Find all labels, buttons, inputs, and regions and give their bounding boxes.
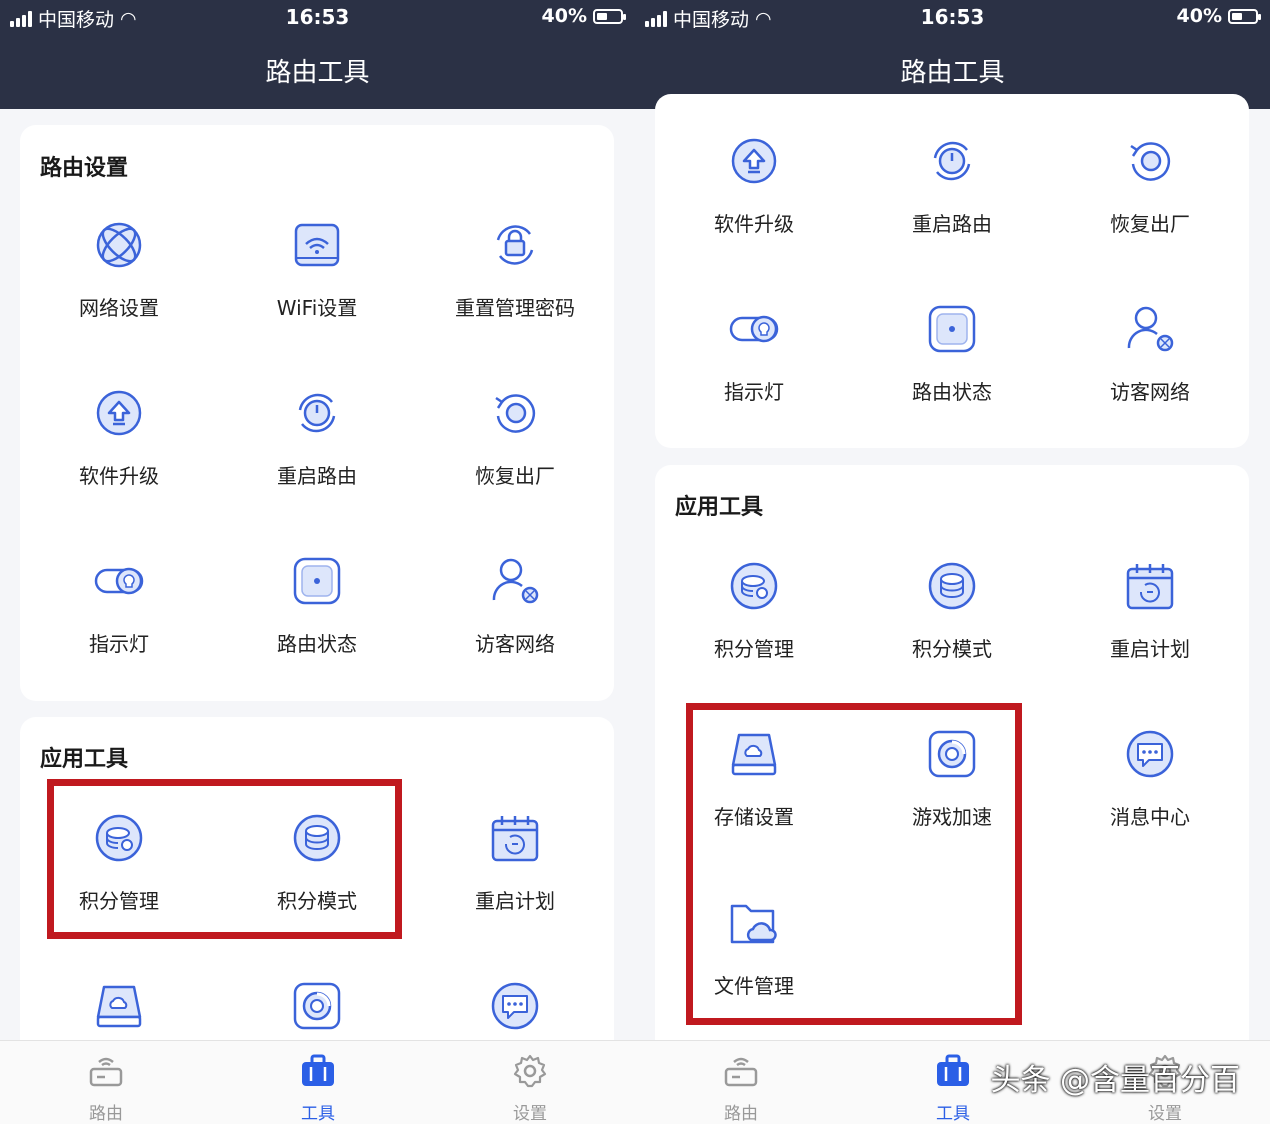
indicator-light-item[interactable]: 指示灯 bbox=[20, 556, 218, 706]
app-header: 中国移动 ◠ 16:53 40% 路由工具 bbox=[635, 0, 1270, 109]
guest-network-item[interactable]: 访客网络 bbox=[416, 556, 614, 706]
calendar-restart-icon bbox=[1125, 561, 1175, 611]
factory-reset-item[interactable]: 恢复出厂 bbox=[1051, 136, 1249, 286]
status-battery: 40% bbox=[542, 5, 626, 27]
bottom-tab-bar: 路由 工具 设置 bbox=[0, 1040, 635, 1124]
app-header: 中国移动 ◠ 16:53 40% 路由工具 bbox=[0, 0, 635, 109]
page-title: 路由工具 bbox=[900, 58, 1005, 88]
highlight-box bbox=[47, 779, 402, 939]
status-time: 16:53 bbox=[285, 5, 350, 29]
guest-user-icon bbox=[1125, 304, 1175, 354]
router-settings-card: 软件升级 重启路由 恢复出厂 指示灯 路由状态 访客网络 bbox=[655, 94, 1249, 448]
network-settings-item[interactable]: 网络设置 bbox=[20, 220, 218, 370]
router-tab-icon bbox=[88, 1053, 124, 1089]
toggle-bulb-icon bbox=[94, 556, 144, 606]
section-title: 路由设置 bbox=[40, 156, 129, 181]
tab-router[interactable]: 路由 bbox=[635, 1041, 847, 1124]
factory-reset-icon bbox=[490, 388, 540, 438]
restart-schedule-item[interactable]: 重启计划 bbox=[1051, 561, 1249, 711]
points-mode-item[interactable]: 积分模式 bbox=[853, 561, 1051, 711]
battery-icon bbox=[593, 8, 626, 24]
message-bubble-icon bbox=[490, 981, 540, 1031]
toolbox-tab-icon bbox=[300, 1053, 336, 1089]
tab-settings[interactable]: 设置 bbox=[424, 1041, 635, 1124]
status-battery: 40% bbox=[1177, 5, 1261, 27]
section-title: 应用工具 bbox=[675, 495, 764, 520]
guest-user-icon bbox=[490, 556, 540, 606]
router-tab-icon bbox=[723, 1053, 759, 1089]
router-status-icon bbox=[292, 556, 342, 606]
message-bubble-icon bbox=[1125, 729, 1175, 779]
tab-tools[interactable]: 工具 bbox=[212, 1041, 424, 1124]
gear-tab-icon bbox=[512, 1053, 548, 1089]
page-title: 路由工具 bbox=[265, 58, 370, 88]
left-phone-screen: 中国移动 ◠ 16:53 40% 路由工具 路由设置 网络设置 WiFi设置 重… bbox=[0, 0, 635, 1124]
message-center-item[interactable]: 消息中心 bbox=[1051, 729, 1249, 879]
calendar-restart-icon bbox=[490, 813, 540, 863]
wifi-router-icon bbox=[292, 220, 342, 270]
toolbox-tab-icon bbox=[935, 1053, 971, 1089]
points-manage-item[interactable]: 积分管理 bbox=[655, 561, 853, 711]
watermark: 头条 @含量百分百 bbox=[990, 1063, 1240, 1098]
battery-icon bbox=[1228, 8, 1261, 24]
restart-power-icon bbox=[927, 136, 977, 186]
software-upgrade-item[interactable]: 软件升级 bbox=[20, 388, 218, 538]
coin-mode-icon bbox=[927, 561, 977, 611]
network-globe-icon bbox=[94, 220, 144, 270]
tab-router[interactable]: 路由 bbox=[0, 1041, 212, 1124]
indicator-light-item[interactable]: 指示灯 bbox=[655, 304, 853, 454]
restart-router-item[interactable]: 重启路由 bbox=[853, 136, 1051, 286]
highlight-box bbox=[686, 703, 1022, 1025]
toggle-bulb-icon bbox=[729, 304, 779, 354]
right-phone-screen: 中国移动 ◠ 16:53 40% 路由工具 软件升级 重启路由 恢复出厂 指示灯… bbox=[635, 0, 1270, 1124]
software-upgrade-item[interactable]: 软件升级 bbox=[655, 136, 853, 286]
restart-schedule-item[interactable]: 重启计划 bbox=[416, 813, 614, 963]
storage-cloud-icon bbox=[94, 981, 144, 1031]
restart-power-icon bbox=[292, 388, 342, 438]
factory-reset-icon bbox=[1125, 136, 1175, 186]
factory-reset-item[interactable]: 恢复出厂 bbox=[416, 388, 614, 538]
game-boost-icon bbox=[292, 981, 342, 1031]
reset-password-item[interactable]: 重置管理密码 bbox=[416, 220, 614, 370]
router-status-icon bbox=[927, 304, 977, 354]
upgrade-arrow-icon bbox=[729, 136, 779, 186]
status-time: 16:53 bbox=[920, 5, 985, 29]
lock-reset-icon bbox=[490, 220, 540, 270]
router-settings-card: 路由设置 网络设置 WiFi设置 重置管理密码 软件升级 重启路由 恢复出厂 指… bbox=[20, 125, 614, 701]
router-status-item[interactable]: 路由状态 bbox=[853, 304, 1051, 454]
coin-manage-icon bbox=[729, 561, 779, 611]
guest-network-item[interactable]: 访客网络 bbox=[1051, 304, 1249, 454]
section-title: 应用工具 bbox=[40, 747, 129, 772]
restart-router-item[interactable]: 重启路由 bbox=[218, 388, 416, 538]
router-status-item[interactable]: 路由状态 bbox=[218, 556, 416, 706]
upgrade-arrow-icon bbox=[94, 388, 144, 438]
wifi-settings-item[interactable]: WiFi设置 bbox=[218, 220, 416, 370]
